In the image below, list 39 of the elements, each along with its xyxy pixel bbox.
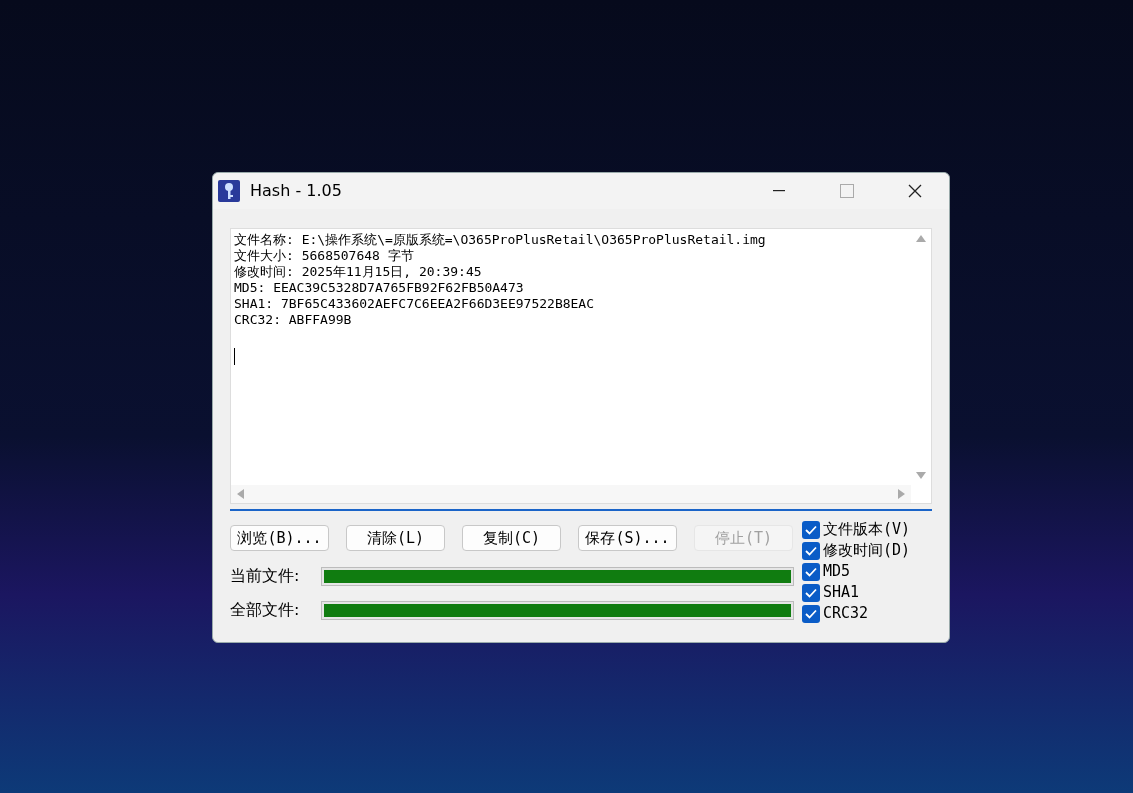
checkbox[interactable] <box>802 562 820 581</box>
action-button[interactable]: 保存(S)... <box>578 525 677 551</box>
action-button[interactable]: 清除(L) <box>346 525 445 551</box>
checkbox[interactable] <box>802 541 820 560</box>
window-title: Hash - 1.05 <box>250 180 342 202</box>
maximize-icon <box>840 184 854 198</box>
scroll-right-icon <box>898 489 905 499</box>
scroll-up-icon <box>916 235 926 242</box>
checkbox-label: CRC32 <box>823 603 869 625</box>
scroll-down-icon <box>916 472 926 479</box>
checkbox-label: 修改时间(D) <box>823 540 911 562</box>
output-line: CRC32: ABFFA99B <box>234 312 352 328</box>
output-line: MD5: EEAC39C5328D7A765FB92F62FB50A473 <box>234 280 524 296</box>
checkmark-icon <box>805 608 817 619</box>
checkbox-label: MD5 <box>823 561 851 583</box>
checkbox[interactable] <box>802 520 820 539</box>
checkbox[interactable] <box>802 583 820 602</box>
checkbox-label: 文件版本(V) <box>823 519 911 541</box>
progress-label: 当前文件: <box>230 565 301 587</box>
scroll-left-icon <box>237 489 244 499</box>
checkbox-label: SHA1 <box>823 582 860 604</box>
checkmark-icon <box>805 587 817 598</box>
output-line: 文件名称: E:\操作系统\=原版系统=\O365ProPlusRetail\O365ProPlusRetail.img <box>234 232 766 248</box>
horizontal-scrollbar[interactable] <box>231 485 911 503</box>
checkmark-icon <box>805 566 817 577</box>
progress-label: 全部文件: <box>230 599 301 621</box>
minimize-icon <box>773 190 785 192</box>
action-button[interactable]: 复制(C) <box>462 525 561 551</box>
output-text-area[interactable] <box>230 228 932 504</box>
output-line: 文件大小: 5668507648 字节 <box>234 248 414 264</box>
checkmark-icon <box>805 545 817 556</box>
checkmark-icon <box>805 524 817 535</box>
close-icon <box>908 184 922 198</box>
output-line: SHA1: 7BF65C433602AEFC7C6EEA2F66D3EE97522B8EAC <box>234 296 595 312</box>
action-button[interactable]: 浏览(B)... <box>230 525 329 551</box>
text-cursor <box>234 348 235 365</box>
output-line: 修改时间: 2025年11月15日, 20:39:45 <box>234 264 482 280</box>
key-icon <box>218 180 240 202</box>
checkbox[interactable] <box>802 604 820 623</box>
